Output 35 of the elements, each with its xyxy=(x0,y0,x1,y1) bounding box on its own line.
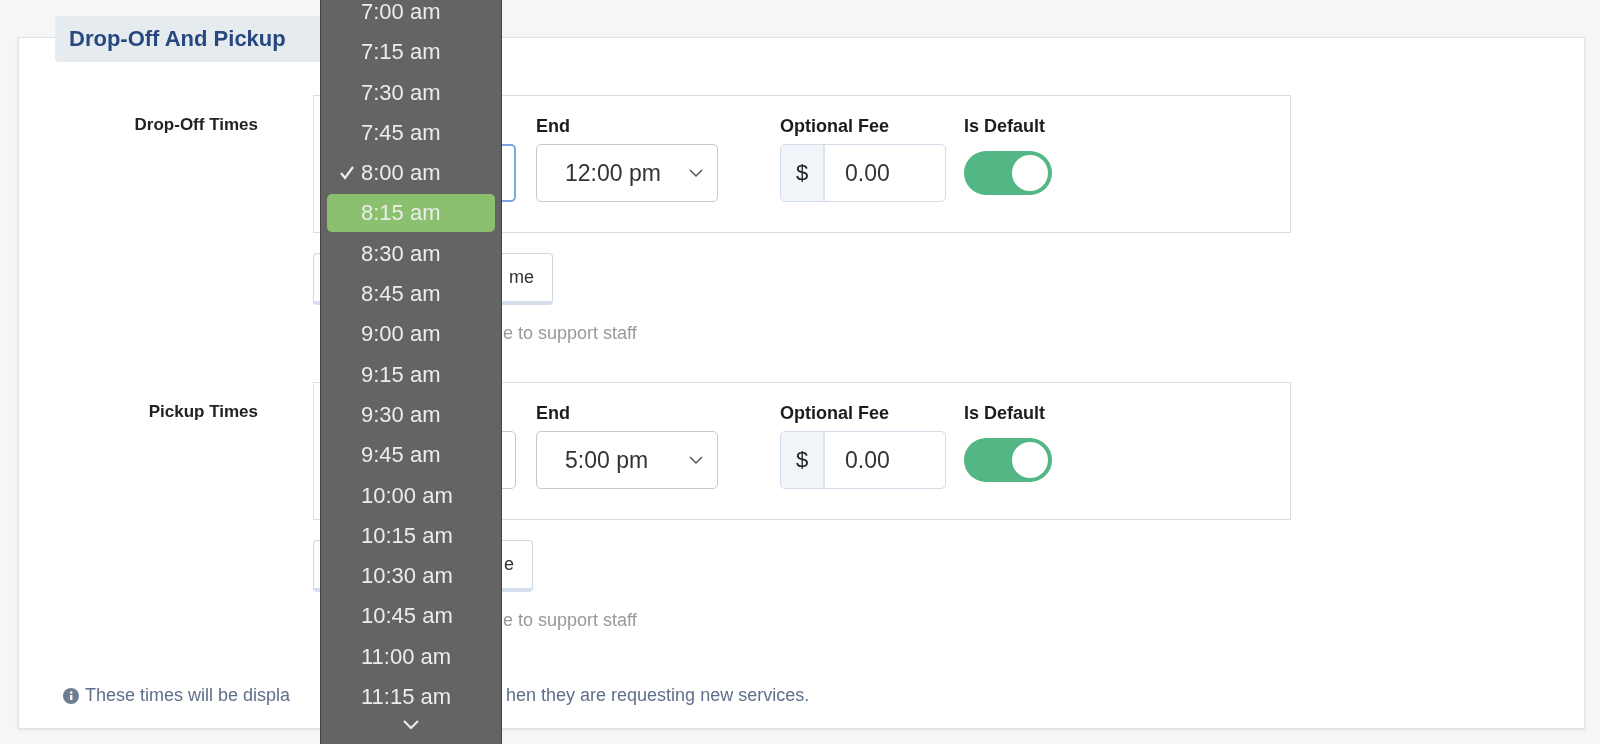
default-label: Is Default xyxy=(964,403,1047,425)
chevron-down-icon xyxy=(403,720,419,731)
default-toggle[interactable] xyxy=(964,438,1052,482)
group-label: Pickup Times xyxy=(147,401,259,423)
time-option[interactable]: 8:00 am xyxy=(327,154,495,193)
default-toggle[interactable] xyxy=(964,151,1052,195)
time-option[interactable]: 11:00 am xyxy=(327,637,495,676)
time-option[interactable]: 7:30 am xyxy=(327,73,495,112)
fee-label: Optional Fee xyxy=(780,116,890,138)
note-text: e to support staff xyxy=(503,610,637,632)
note-text: e to support staff xyxy=(503,323,637,345)
time-option[interactable]: 10:00 am xyxy=(327,476,495,515)
end-label: End xyxy=(536,116,571,138)
time-option[interactable]: 10:45 am xyxy=(327,597,495,636)
time-option[interactable]: 10:30 am xyxy=(327,557,495,596)
end-label: End xyxy=(536,403,571,425)
time-option[interactable]: 9:15 am xyxy=(327,355,495,394)
time-option[interactable]: 10:15 am xyxy=(327,516,495,555)
end-time-select[interactable]: 12:00 pm xyxy=(536,144,718,202)
time-option[interactable]: 8:45 am xyxy=(327,275,495,314)
time-option[interactable]: 11:15 am xyxy=(327,678,495,717)
fee-label: Optional Fee xyxy=(780,403,890,425)
time-option[interactable]: 9:30 am xyxy=(327,395,495,434)
chevron-down-icon xyxy=(689,455,703,465)
info-icon xyxy=(63,687,79,704)
time-option[interactable]: 7:45 am xyxy=(327,113,495,152)
time-option[interactable]: 9:45 am xyxy=(327,436,495,475)
chevron-down-icon xyxy=(689,168,703,178)
time-option[interactable]: 8:30 am xyxy=(327,234,495,273)
info-text: These times will be displa xyxy=(85,685,291,706)
info-text: hen they are requesting new services. xyxy=(506,685,810,706)
default-label: Is Default xyxy=(964,116,1047,138)
end-time-select[interactable]: 5:00 pm xyxy=(536,431,718,489)
group-label: Drop-Off Times xyxy=(133,114,259,136)
time-option[interactable]: 9:00 am xyxy=(327,315,495,354)
